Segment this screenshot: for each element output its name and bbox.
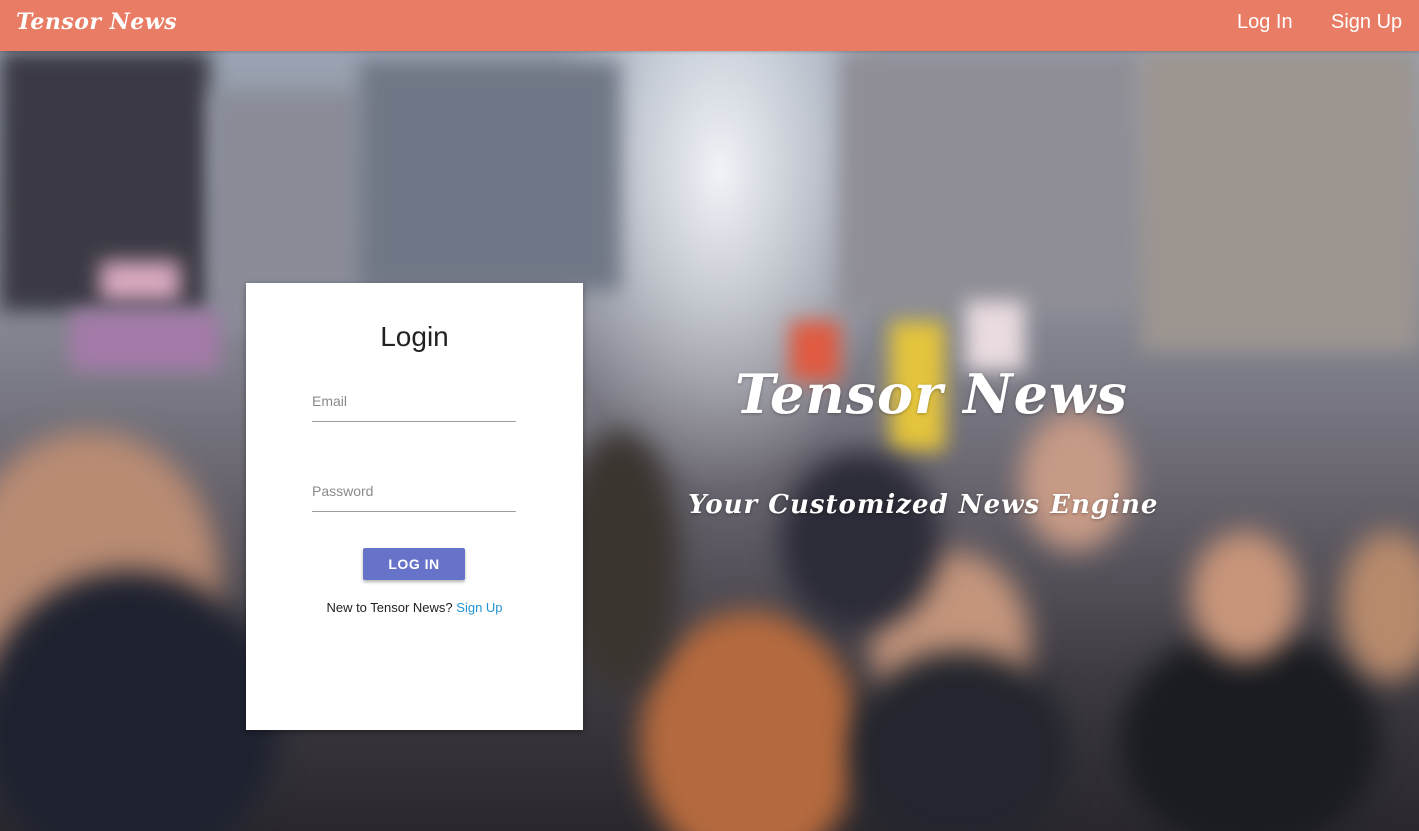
signup-link[interactable]: Sign Up	[456, 600, 502, 615]
brand-logo[interactable]: Tensor News	[16, 9, 177, 35]
login-title: Login	[380, 321, 449, 352]
login-button[interactable]: LOG IN	[363, 548, 465, 580]
nav-signup-link[interactable]: Sign Up	[1331, 11, 1402, 34]
hero-subtitle: Your Customized News Engine	[688, 490, 1159, 520]
page: Tensor News Log In Sign Up Login LOG IN …	[0, 0, 1419, 831]
nav-login-link[interactable]: Log In	[1237, 11, 1293, 34]
background-photo	[0, 51, 1419, 831]
signup-prompt-line: New to Tensor News? Sign Up	[246, 600, 583, 615]
password-input[interactable]	[312, 471, 516, 512]
hero-title: Tensor News	[735, 362, 1128, 426]
login-card: Login LOG IN New to Tensor News? Sign Up	[246, 283, 583, 730]
email-input[interactable]	[312, 381, 516, 422]
signup-prompt-text: New to Tensor News?	[326, 600, 457, 615]
top-navbar: Tensor News Log In Sign Up	[0, 0, 1419, 51]
